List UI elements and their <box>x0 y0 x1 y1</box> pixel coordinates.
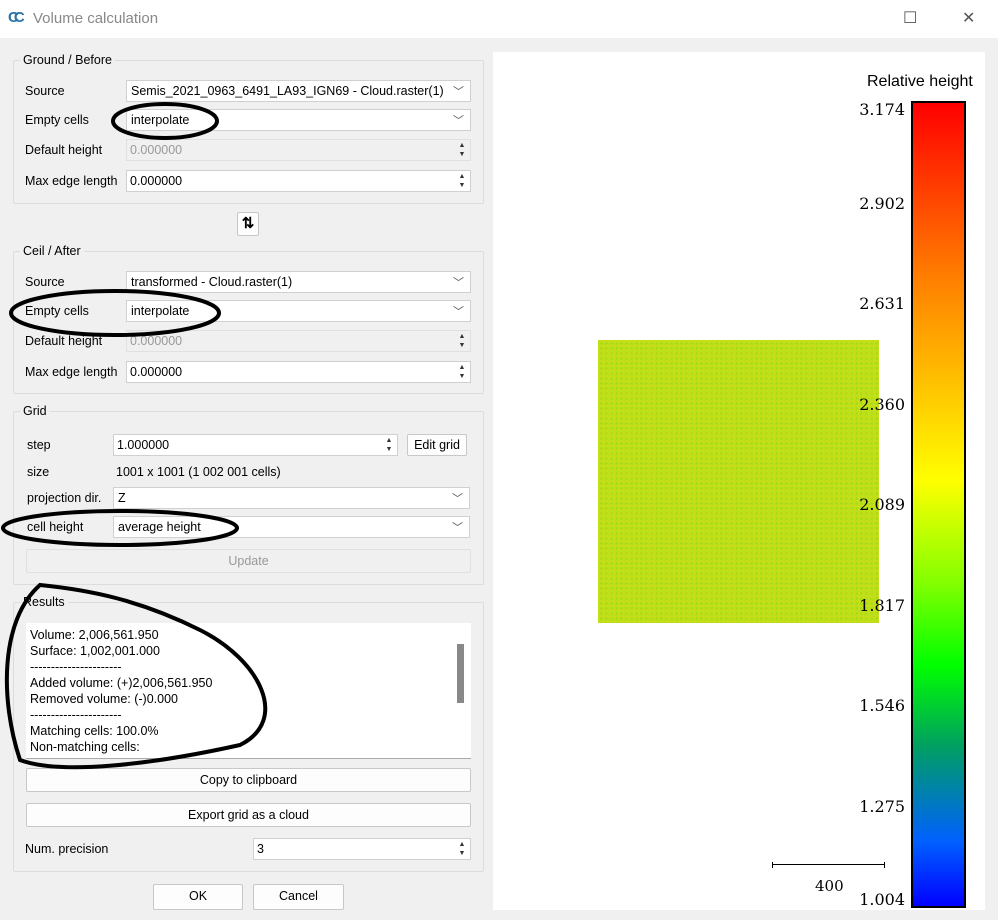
colorbar-tick: 1.546 <box>859 696 905 715</box>
colorbar-tick: 1.275 <box>859 797 905 816</box>
annotation-circle <box>1 509 239 547</box>
colorbar <box>911 101 966 908</box>
colorbar-tick: 1.004 <box>859 890 905 909</box>
colorbar-tick: 1.817 <box>859 596 905 615</box>
scale-bar <box>772 862 885 868</box>
colorbar-tick: 3.174 <box>859 100 905 119</box>
colorbar-tick: 2.089 <box>859 495 905 514</box>
colorbar-tick: 2.902 <box>859 194 905 213</box>
annotation-circle <box>4 582 268 770</box>
scale-label: 400 <box>815 877 844 895</box>
colorbar-tick: 2.631 <box>859 294 905 313</box>
annotation-circle <box>9 289 221 337</box>
colorbar-tick: 2.360 <box>859 395 905 414</box>
colorbar-title: Relative height <box>867 73 973 90</box>
height-raster <box>598 340 879 623</box>
annotation-circle <box>111 102 219 140</box>
